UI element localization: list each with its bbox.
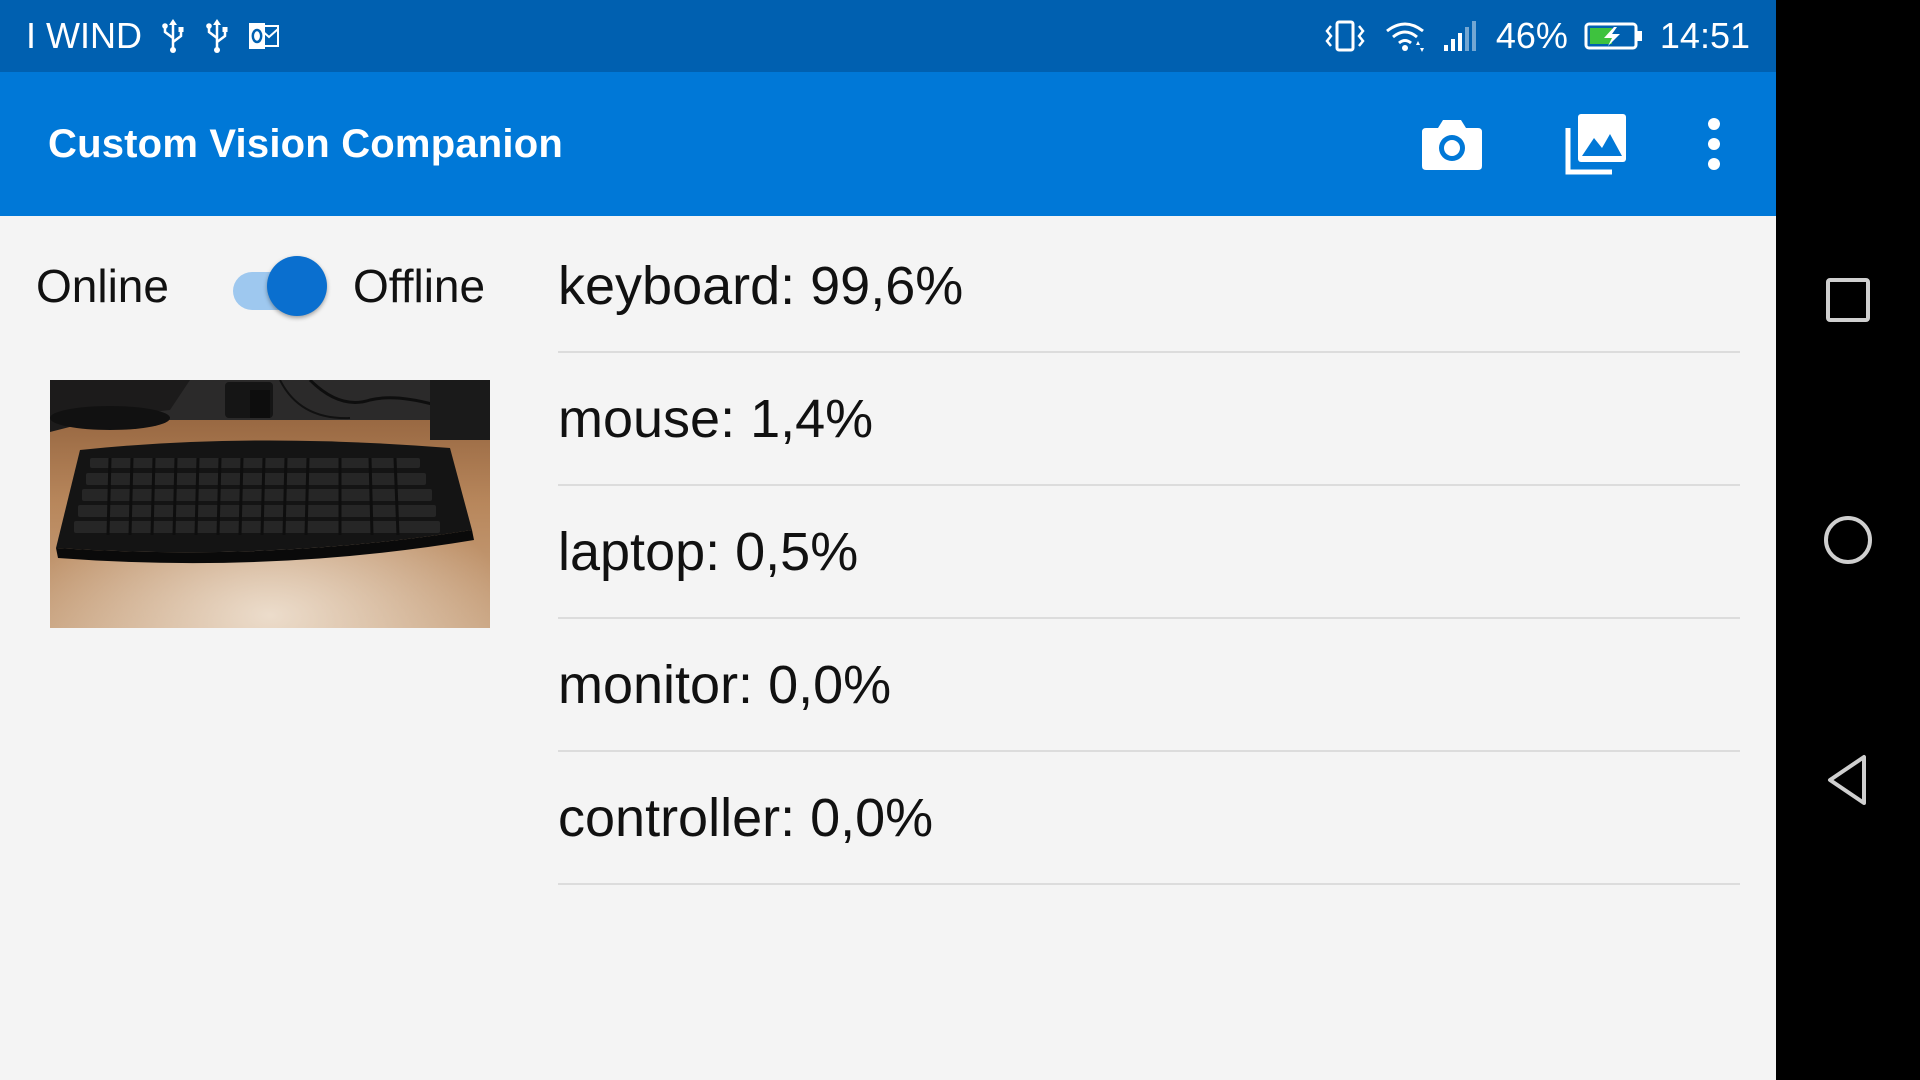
battery-charging-icon bbox=[1584, 21, 1644, 51]
status-bar-right: 46% 14:51 bbox=[1322, 15, 1750, 57]
result-row: keyboard: 99,6% bbox=[558, 220, 1740, 353]
keyboard-photo bbox=[50, 380, 490, 628]
back-icon bbox=[1828, 755, 1866, 805]
recents-button[interactable] bbox=[1776, 228, 1920, 372]
result-text: laptop: 0,5% bbox=[558, 521, 859, 582]
app-title: Custom Vision Companion bbox=[48, 121, 563, 166]
more-vert-icon bbox=[1708, 118, 1720, 170]
recents-icon bbox=[1826, 278, 1870, 322]
online-offline-switch[interactable] bbox=[229, 250, 327, 322]
mode-selector: Online Offline bbox=[36, 250, 485, 322]
status-bar: I WIND 46% 14:51 bbox=[0, 0, 1776, 72]
usb-icon bbox=[160, 18, 186, 54]
result-text: monitor: 0,0% bbox=[558, 654, 892, 715]
result-text: controller: 0,0% bbox=[558, 787, 934, 848]
carrier-label: I WIND bbox=[26, 15, 142, 56]
result-row: monitor: 0,0% bbox=[558, 619, 1740, 752]
prediction-results: keyboard: 99,6% mouse: 1,4% laptop: 0,5%… bbox=[558, 220, 1740, 885]
result-row: mouse: 1,4% bbox=[558, 353, 1740, 486]
result-row: controller: 0,0% bbox=[558, 752, 1740, 885]
result-text: keyboard: 99,6% bbox=[558, 255, 964, 316]
result-text: mouse: 1,4% bbox=[558, 388, 874, 449]
more-options-button[interactable] bbox=[1668, 72, 1760, 216]
captured-photo bbox=[50, 380, 490, 628]
app-bar: Custom Vision Companion bbox=[0, 72, 1776, 216]
offline-label: Offline bbox=[352, 260, 486, 312]
camera-icon bbox=[1422, 120, 1482, 170]
status-bar-left: I WIND bbox=[26, 15, 280, 57]
outlook-icon bbox=[248, 21, 280, 51]
back-button[interactable] bbox=[1776, 708, 1920, 852]
vibrate-icon bbox=[1322, 19, 1368, 53]
switch-thumb bbox=[266, 256, 327, 316]
online-label: Online bbox=[36, 260, 169, 312]
gallery-button[interactable] bbox=[1524, 72, 1668, 216]
clock: 14:51 bbox=[1659, 15, 1750, 56]
result-row: laptop: 0,5% bbox=[558, 486, 1740, 619]
home-icon bbox=[1824, 516, 1872, 564]
battery-percent: 46% bbox=[1495, 15, 1568, 56]
usb-icon bbox=[204, 18, 230, 54]
app-bar-actions bbox=[1380, 72, 1776, 216]
gallery-icon bbox=[1565, 114, 1626, 175]
wifi-icon bbox=[1384, 19, 1426, 53]
camera-button[interactable] bbox=[1380, 72, 1524, 216]
signal-icon bbox=[1442, 19, 1480, 53]
home-button[interactable] bbox=[1776, 468, 1920, 612]
navigation-bar bbox=[1776, 0, 1920, 1080]
app-screen: I WIND 46% 14:51 Custom Vision Companion… bbox=[0, 0, 1776, 1080]
